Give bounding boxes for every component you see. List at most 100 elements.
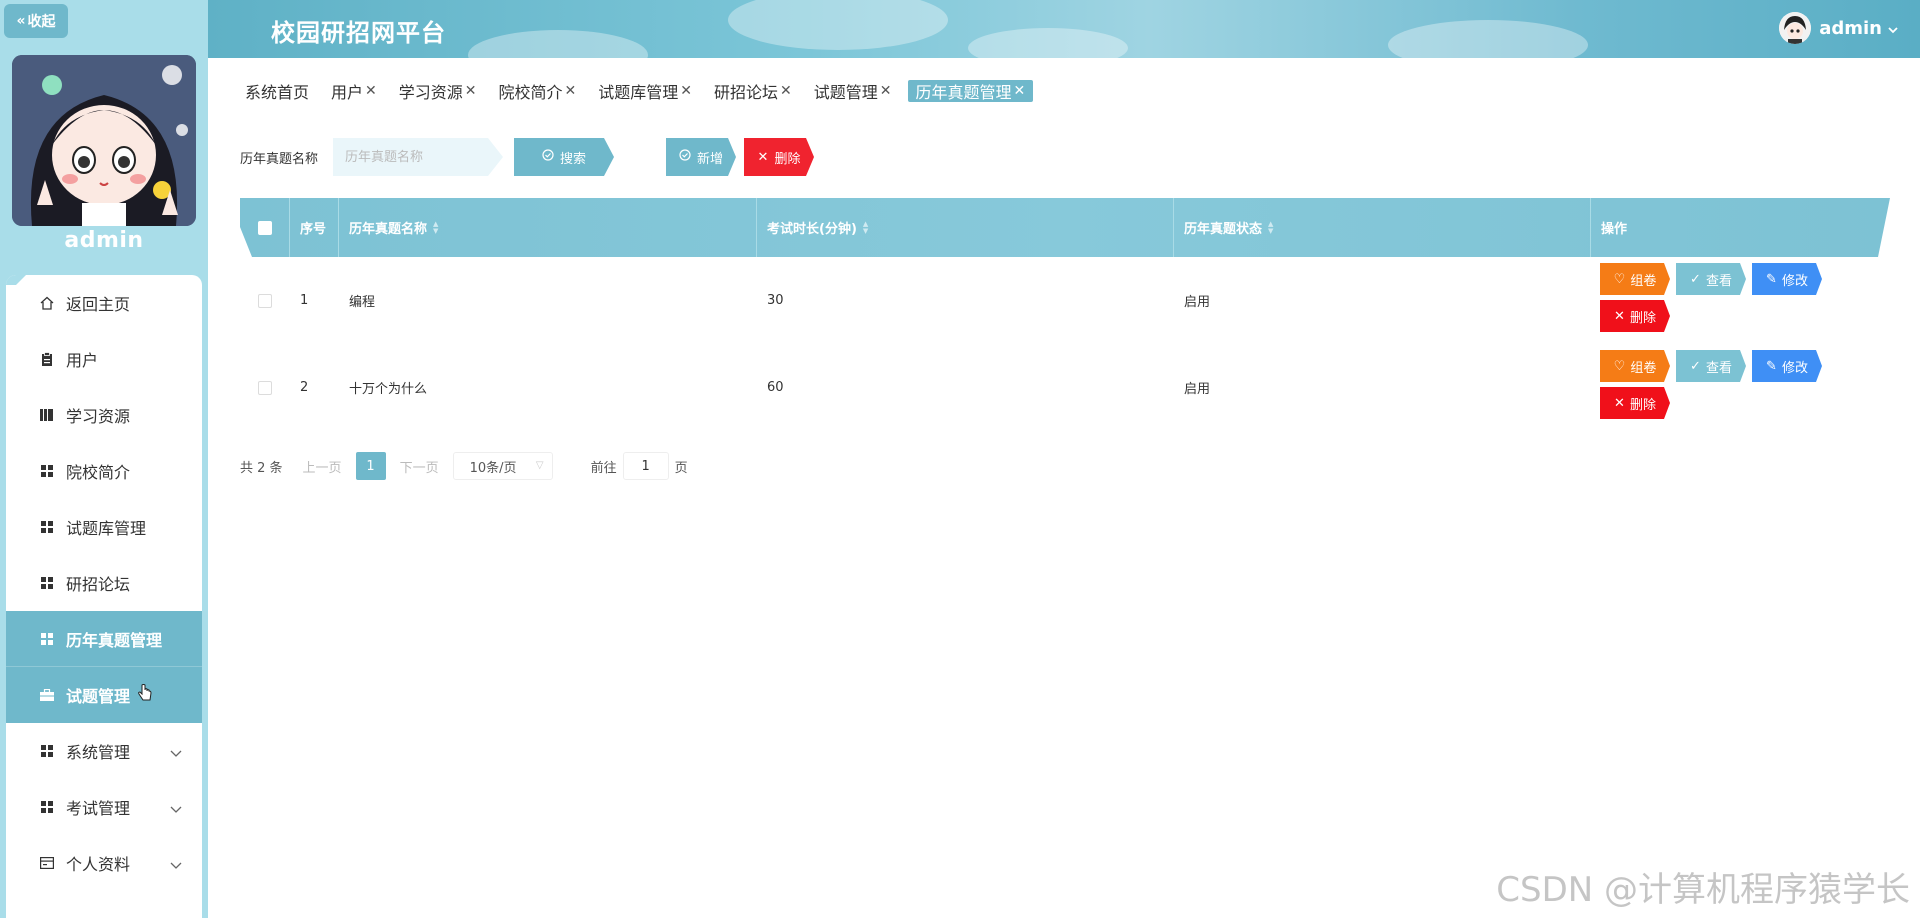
compose-button[interactable]: ♡ 组卷 xyxy=(1600,263,1670,295)
collapse-button[interactable]: « 收起 xyxy=(4,4,68,38)
edit-button[interactable]: ✎ 修改 xyxy=(1752,263,1822,295)
edit-icon: ✎ xyxy=(1766,358,1777,374)
header-duration[interactable]: 考试时长(分钟) ▲ ▼ xyxy=(757,198,1174,257)
delete-button-label: 删除 xyxy=(774,151,801,167)
sidebar-item-resources[interactable]: 学习资源 xyxy=(6,387,202,443)
sidebar-item-home[interactable]: 返回主页 xyxy=(6,275,202,331)
header-cloud-decoration xyxy=(468,30,648,58)
header-label: 历年真题状态 xyxy=(1184,222,1263,237)
sidebar-item-profile[interactable]: 个人资料 xyxy=(6,835,202,891)
tab-label: 试题库管理 xyxy=(598,83,679,102)
page-number-current[interactable]: 1 xyxy=(355,452,386,480)
delete-button[interactable]: ✕ 删除 xyxy=(1600,387,1670,419)
pagination-total: 共 2 条 xyxy=(240,460,283,476)
collapse-label: 收起 xyxy=(27,14,56,30)
sidebar-item-question-bank[interactable]: 试题库管理 xyxy=(6,499,202,555)
edit-button[interactable]: ✎ 修改 xyxy=(1752,350,1822,382)
close-icon[interactable]: ✕ xyxy=(880,83,892,99)
tab-label: 研招论坛 xyxy=(714,83,779,102)
tab-question-bank[interactable]: 试题库管理 ✕ xyxy=(598,79,692,103)
tab-label: 系统首页 xyxy=(245,83,310,102)
double-chevron-left-icon: « xyxy=(16,13,26,29)
prev-page-button[interactable]: 上一页 xyxy=(303,457,342,476)
goto-prefix: 前往 xyxy=(590,460,617,476)
button-label: 删除 xyxy=(1629,397,1656,413)
view-button[interactable]: ✓ 查看 xyxy=(1676,263,1746,295)
tab-users[interactable]: 用户 ✕ xyxy=(331,79,377,103)
table-row: 2 十万个为什么 60 启用 ♡ 组卷 ✓ 查看 ✎ 修改 ✕ 删除 xyxy=(240,344,1890,431)
chevron-down-icon xyxy=(170,743,182,762)
tab-resources[interactable]: 学习资源 ✕ xyxy=(399,79,477,103)
sort-icon[interactable]: ▲ ▼ xyxy=(863,220,868,235)
close-icon: ✕ xyxy=(1614,308,1625,324)
add-button[interactable]: 新增 xyxy=(666,138,736,176)
cell-duration: 60 xyxy=(767,380,784,395)
chevron-down-icon xyxy=(170,855,182,874)
row-checkbox[interactable] xyxy=(258,293,272,308)
page-size-value: 10条/页 xyxy=(469,460,517,476)
chevron-down-icon: ▽ xyxy=(535,460,544,471)
sort-icon[interactable]: ▲ ▼ xyxy=(1268,220,1273,235)
card-icon xyxy=(38,854,56,872)
sidebar-item-past-exams[interactable]: 历年真题管理 xyxy=(6,611,202,667)
cell-index: 2 xyxy=(300,380,309,395)
next-page-button[interactable]: 下一页 xyxy=(400,457,439,476)
page-size-select[interactable]: 10条/页 ▽ xyxy=(452,452,553,480)
avatar-illustration xyxy=(12,55,196,226)
sidebar-username: admin xyxy=(64,228,144,253)
sidebar-item-schools[interactable]: 院校简介 xyxy=(6,443,202,499)
close-icon: ✕ xyxy=(1614,395,1625,411)
button-label: 修改 xyxy=(1781,273,1808,289)
cell-status: 启用 xyxy=(1184,295,1211,310)
header-label: 历年真题名称 xyxy=(349,222,428,237)
select-all-cell xyxy=(240,198,290,257)
tab-home[interactable]: 系统首页 xyxy=(245,79,309,103)
sidebar-item-label: 考试管理 xyxy=(66,799,131,818)
goto-page-input[interactable]: 1 xyxy=(622,452,669,480)
tab-past-exams[interactable]: 历年真题管理 ✕ xyxy=(907,80,1034,102)
header-status[interactable]: 历年真题状态 ▲ ▼ xyxy=(1174,198,1591,257)
close-icon[interactable]: ✕ xyxy=(465,83,477,99)
heart-icon: ♡ xyxy=(1613,271,1626,287)
sidebar-item-system[interactable]: 系统管理 xyxy=(6,723,202,779)
delete-button[interactable]: ✕ 删除 xyxy=(1600,300,1670,332)
tab-exam-questions[interactable]: 试题管理 ✕ xyxy=(814,79,892,103)
grid-icon xyxy=(38,630,56,648)
sort-icon[interactable]: ▲ ▼ xyxy=(433,220,438,235)
row-checkbox[interactable] xyxy=(258,380,272,395)
close-icon[interactable]: ✕ xyxy=(1014,83,1026,99)
close-icon[interactable]: ✕ xyxy=(365,83,377,99)
button-label: 删除 xyxy=(1629,310,1656,326)
watermark: CSDN @计算机程序猿学长 xyxy=(1496,870,1910,910)
cell-duration: 30 xyxy=(767,293,784,308)
tab-forum[interactable]: 研招论坛 ✕ xyxy=(714,79,792,103)
avatar xyxy=(12,55,196,226)
sidebar-item-forum[interactable]: 研招论坛 xyxy=(6,555,202,611)
row-select-cell xyxy=(240,257,290,344)
sidebar-item-users[interactable]: 用户 xyxy=(6,331,202,387)
search-button[interactable]: 搜索 xyxy=(514,138,614,176)
user-menu[interactable]: admin xyxy=(1779,12,1898,44)
check-circle-icon xyxy=(679,149,691,165)
sidebar-item-exams[interactable]: 考试管理 xyxy=(6,779,202,835)
book-icon xyxy=(38,406,56,424)
close-icon[interactable]: ✕ xyxy=(680,83,692,99)
tab-schools[interactable]: 院校简介 ✕ xyxy=(499,79,577,103)
sidebar-item-label: 研招论坛 xyxy=(66,575,131,594)
sidebar-item-label: 试题管理 xyxy=(66,687,131,706)
check-icon: ✓ xyxy=(1690,271,1701,287)
select-all-checkbox[interactable] xyxy=(257,220,272,235)
view-button[interactable]: ✓ 查看 xyxy=(1676,350,1746,382)
close-icon[interactable]: ✕ xyxy=(565,83,577,99)
sidebar-item-label: 历年真题管理 xyxy=(66,631,163,650)
compose-button[interactable]: ♡ 组卷 xyxy=(1600,350,1670,382)
sidebar-item-label: 院校简介 xyxy=(66,463,131,482)
tab-label: 历年真题管理 xyxy=(915,83,1012,102)
close-icon[interactable]: ✕ xyxy=(780,83,792,99)
cursor-hand-icon xyxy=(138,684,152,706)
header-name[interactable]: 历年真题名称 ▲ ▼ xyxy=(339,198,757,257)
grid-icon xyxy=(38,462,56,480)
sidebar-item-exam-questions[interactable]: 试题管理 xyxy=(6,667,202,723)
batch-delete-button[interactable]: ✕ 删除 xyxy=(744,138,814,176)
search-input[interactable] xyxy=(333,138,503,176)
